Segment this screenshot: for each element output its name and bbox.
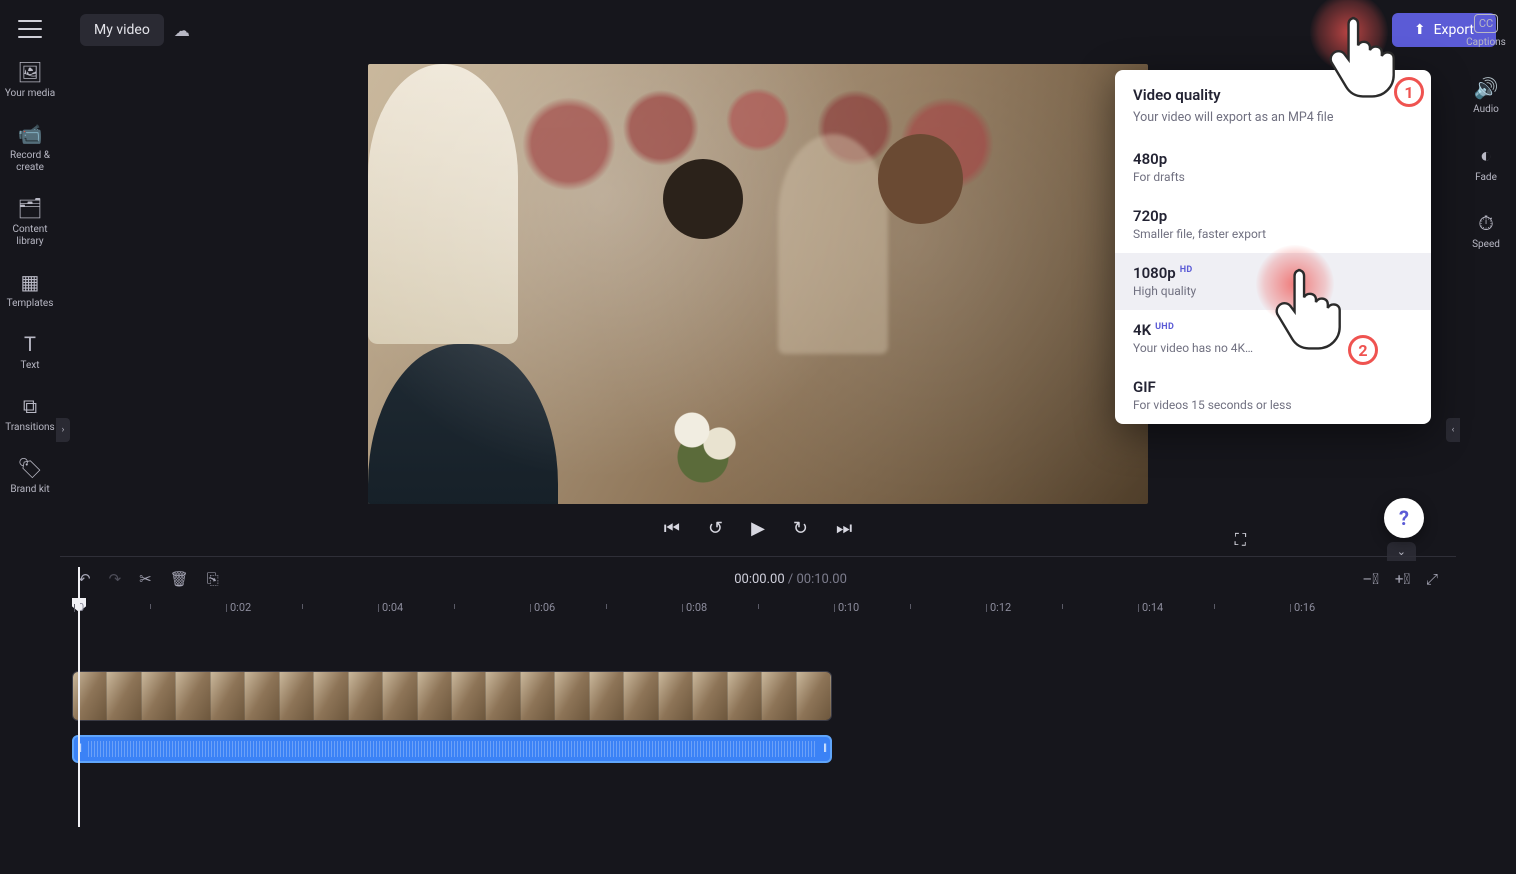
right-item-label: Captions: [1466, 37, 1506, 48]
right-item-speed[interactable]: ⏱ Speed: [1472, 211, 1500, 250]
quality-label: 720p: [1133, 207, 1167, 225]
sidebar-item-transitions[interactable]: ⧉ Transitions: [2, 394, 58, 434]
quality-label: 480p: [1133, 150, 1167, 168]
brand-kit-icon: 🏷: [17, 456, 42, 480]
cloud-sync-icon[interactable]: ☁: [174, 21, 190, 40]
total-time: 00:10.00: [796, 572, 846, 587]
sidebar-item-label: Brand kit: [10, 484, 49, 496]
sidebar-item-content-library[interactable]: 🗂 Content library: [2, 196, 58, 248]
time-display: 00:00.00 / 00:10.00: [734, 572, 847, 587]
forward-button[interactable]: ↻: [793, 518, 808, 539]
uhd-badge: UHD: [1155, 322, 1174, 332]
video-preview[interactable]: [368, 64, 1148, 504]
camera-icon: 📹: [18, 122, 43, 146]
sidebar-item-label: Text: [20, 360, 39, 372]
ruler-tick: 0:16: [1294, 601, 1315, 614]
sidebar-item-label: Content library: [2, 224, 58, 248]
quality-option-480p[interactable]: 480p For drafts: [1115, 139, 1431, 196]
skip-start-button[interactable]: ⏮: [664, 518, 680, 539]
quality-option-gif[interactable]: GIF For videos 15 seconds or less: [1115, 367, 1431, 424]
fullscreen-button[interactable]: ⛶: [1235, 530, 1246, 550]
sidebar-item-label: Templates: [7, 298, 54, 310]
sidebar-item-label: Your media: [5, 88, 55, 100]
left-sidebar: 🖼 Your media 📹 Record & create 🗂 Content…: [0, 0, 60, 874]
quality-option-720p[interactable]: 720p Smaller file, faster export: [1115, 196, 1431, 253]
ruler-tick: 0:10: [838, 601, 859, 614]
right-item-fade[interactable]: ◐ Fade: [1475, 143, 1497, 183]
upload-icon: ⬆: [1414, 22, 1426, 38]
popover-title: Video quality: [1133, 86, 1413, 104]
split-button[interactable]: ✂: [139, 570, 152, 588]
project-title[interactable]: My video: [80, 14, 164, 46]
quality-option-1080p[interactable]: 1080p HD High quality: [1115, 253, 1431, 310]
speed-icon: ⏱: [1478, 211, 1494, 235]
export-quality-popover: Video quality Your video will export as …: [1115, 70, 1431, 424]
ruler-tick: 0:08: [686, 601, 707, 614]
timeline-ruler[interactable]: 00:020:040:060:080:100:120:140:16: [60, 601, 1456, 627]
ruler-tick: 0:02: [230, 601, 251, 614]
transitions-icon: ⧉: [23, 394, 37, 418]
duplicate-button[interactable]: ⎘: [207, 570, 219, 588]
sidebar-item-templates[interactable]: ▦ Templates: [2, 270, 58, 310]
current-time: 00:00.00: [734, 572, 784, 587]
sidebar-item-label: Transitions: [5, 422, 54, 434]
captions-icon: CC: [1474, 14, 1498, 33]
skip-end-button[interactable]: ⏭: [836, 518, 852, 539]
hd-badge: HD: [1180, 265, 1193, 275]
right-item-label: Fade: [1475, 172, 1497, 183]
quality-desc: Smaller file, faster export: [1133, 227, 1413, 241]
quality-desc: For videos 15 seconds or less: [1133, 398, 1413, 412]
play-controls: ⏮ ↺ ▶ ↻ ⏭: [664, 518, 852, 539]
rewind-button[interactable]: ↺: [708, 518, 723, 539]
fit-timeline-button[interactable]: ⤢: [1426, 570, 1438, 588]
hamburger-menu-icon[interactable]: [18, 20, 42, 38]
timeline: ↶ ↷ ✂ 🗑 ⎘ 00:00.00 / 00:10.00 –⃝ +⃝ ⤢ 00…: [60, 556, 1456, 874]
quality-desc: High quality: [1133, 284, 1413, 298]
quality-desc: Your video has no 4K…: [1133, 341, 1413, 355]
quality-label: GIF: [1133, 378, 1156, 396]
help-button[interactable]: ?: [1384, 498, 1424, 538]
text-icon: T: [24, 332, 36, 356]
delete-button[interactable]: 🗑: [170, 570, 189, 588]
quality-option-4k[interactable]: 4K UHD Your video has no 4K…: [1115, 310, 1431, 367]
right-item-label: Audio: [1473, 104, 1499, 115]
right-sidebar: CC Captions 🔊 Audio ◐ Fade ⏱ Speed ‹: [1456, 0, 1516, 560]
sidebar-item-text[interactable]: T Text: [2, 332, 58, 372]
zoom-in-button[interactable]: +⃝: [1395, 570, 1410, 588]
right-item-audio[interactable]: 🔊 Audio: [1473, 76, 1499, 115]
ruler-tick: 0:14: [1142, 601, 1163, 614]
right-item-label: Speed: [1472, 239, 1500, 250]
speaker-icon: 🔊: [1474, 76, 1499, 100]
sidebar-item-label: Record & create: [2, 150, 58, 174]
right-item-captions[interactable]: CC Captions: [1466, 14, 1506, 48]
sidebar-item-record-create[interactable]: 📹 Record & create: [2, 122, 58, 174]
video-track-clip[interactable]: [72, 671, 832, 721]
ruler-tick: 0:04: [382, 601, 403, 614]
image-icon: 🖼: [17, 60, 42, 84]
sidebar-item-your-media[interactable]: 🖼 Your media: [2, 60, 58, 100]
audio-track-clip[interactable]: [72, 735, 832, 763]
quality-label: 1080p: [1133, 264, 1176, 282]
fade-icon: ◐: [1480, 143, 1492, 168]
templates-icon: ▦: [21, 270, 40, 294]
sidebar-item-brand-kit[interactable]: 🏷 Brand kit: [2, 456, 58, 496]
playhead-line: [78, 567, 80, 827]
quality-label: 4K: [1133, 321, 1151, 339]
redo-button: ↷: [109, 570, 122, 588]
quality-desc: For drafts: [1133, 170, 1413, 184]
play-button[interactable]: ▶: [751, 518, 765, 539]
library-icon: 🗂: [17, 196, 42, 220]
top-bar: My video ☁ ⬆ Export: [60, 0, 1516, 60]
ruler-tick: 0:06: [534, 601, 555, 614]
popover-subtitle: Your video will export as an MP4 file: [1133, 110, 1413, 125]
ruler-tick: 0:12: [990, 601, 1011, 614]
zoom-out-button[interactable]: –⃝: [1362, 570, 1379, 588]
